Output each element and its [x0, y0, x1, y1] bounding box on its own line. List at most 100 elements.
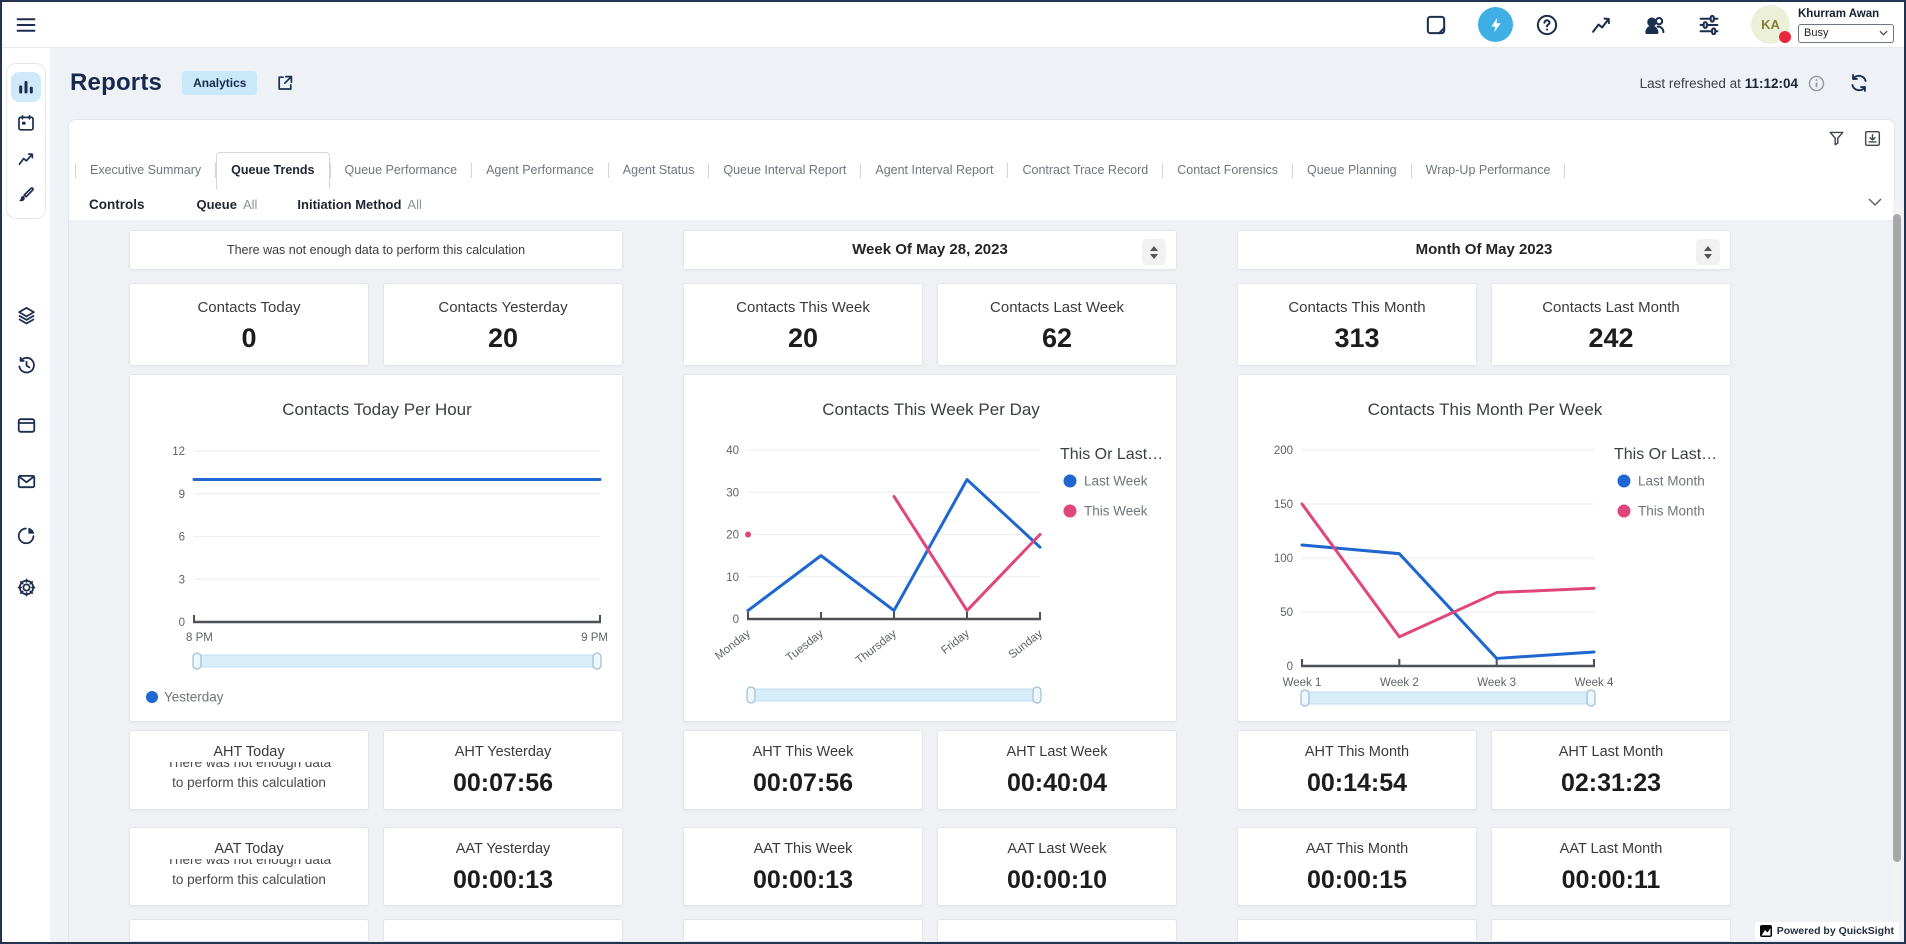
aat-row: AAT Today There was not enough data to p…: [129, 827, 623, 907]
status-dropdown[interactable]: Busy: [1798, 24, 1894, 43]
queue-filter[interactable]: QueueAll: [197, 197, 258, 212]
card-contacts-last-month: Contacts Last Month 242: [1491, 283, 1731, 366]
card-aat-this-week: AAT This Week 00:00:13: [683, 827, 923, 907]
x-tick-label: Tuesday: [784, 628, 826, 665]
refresh-button[interactable]: [1848, 72, 1870, 94]
controls-label: Controls: [89, 197, 145, 212]
step-down-icon[interactable]: [1150, 254, 1158, 259]
y-tick-label: 3: [179, 574, 185, 586]
x-tick-label: Week 3: [1477, 677, 1516, 689]
tab-agent-status[interactable]: Agent Status: [609, 155, 709, 185]
note-button[interactable]: [1424, 13, 1448, 37]
export-button[interactable]: [1863, 129, 1882, 148]
initiation-method-filter[interactable]: Initiation MethodAll: [297, 197, 421, 212]
user-avatar[interactable]: KA: [1751, 5, 1790, 44]
step-up-icon[interactable]: [1704, 246, 1712, 251]
chart-title: Contacts This Week Per Day: [822, 400, 1040, 419]
step-down-icon[interactable]: [1704, 254, 1712, 259]
y-tick-label: 6: [179, 532, 185, 544]
top-bar: KA Khurram Awan Busy: [2, 2, 1904, 48]
scrollbar-thumb[interactable]: [1893, 214, 1901, 862]
info-button[interactable]: [1807, 74, 1826, 93]
scrollbar-handle[interactable]: [593, 653, 601, 669]
funnel-icon: [1827, 129, 1846, 148]
menu-button[interactable]: [14, 13, 38, 37]
step-up-icon[interactable]: [1150, 246, 1158, 251]
users-icon: [1643, 13, 1667, 37]
dashboard-grid: There was not enough data to perform thi…: [69, 220, 1894, 942]
vertical-scrollbar[interactable]: [1893, 200, 1901, 938]
legend-swatch: [1064, 505, 1077, 518]
note-icon: [1424, 13, 1448, 37]
y-tick-label: 30: [726, 487, 739, 499]
period-header-card: Week Of May 28, 2023: [683, 230, 1177, 270]
legend-swatch: [1618, 475, 1631, 488]
chart-contacts-today-per-hour[interactable]: Contacts Today Per Hour0369128 PM9 PMYes…: [129, 374, 623, 722]
tab-queue-performance[interactable]: Queue Performance: [331, 155, 472, 185]
sidebar-item-bar-chart[interactable]: [11, 72, 41, 102]
collapse-controls-button[interactable]: [1868, 198, 1882, 207]
open-external-button[interactable]: [275, 73, 295, 93]
tab-queue-interval-report[interactable]: Queue Interval Report: [709, 155, 860, 185]
scrollbar-handle[interactable]: [1301, 690, 1309, 706]
aat-row: AAT This Month 00:00:15 AAT Last Month 0…: [1237, 827, 1731, 907]
sidebar-item-trends[interactable]: [11, 144, 41, 174]
scrollbar-handle[interactable]: [1033, 687, 1041, 703]
y-tick-label: 0: [1287, 661, 1293, 673]
help-button[interactable]: [1535, 13, 1559, 37]
card-contacts-this-month: Contacts This Month 313: [1237, 283, 1477, 366]
tab-wrap-up-performance[interactable]: Wrap-Up Performance: [1412, 155, 1565, 185]
legend-label: This Month: [1638, 504, 1705, 519]
x-tick-label: Week 2: [1380, 677, 1419, 689]
scrollbar-handle[interactable]: [193, 653, 201, 669]
kpi-row: Contacts This Month 313 Contacts Last Mo…: [1237, 283, 1731, 366]
legend-label: Yesterday: [164, 690, 224, 705]
tab-contract-trace-record[interactable]: Contract Trace Record: [1008, 155, 1162, 185]
scrollbar-handle[interactable]: [747, 687, 755, 703]
tab-queue-trends[interactable]: Queue Trends: [216, 152, 329, 189]
sidebar-item-settings[interactable]: [2, 577, 50, 598]
month-stepper[interactable]: [1696, 239, 1720, 265]
filter-button[interactable]: [1827, 129, 1846, 148]
chart-contacts-this-week-per-day[interactable]: Contacts This Week Per Day010203040Monda…: [683, 374, 1177, 722]
download-icon: [1863, 129, 1882, 148]
users-button[interactable]: [1643, 13, 1667, 37]
x-tick-label: Week 1: [1283, 677, 1322, 689]
legend-swatch: [146, 691, 158, 703]
scrollbar-handle[interactable]: [1587, 690, 1595, 706]
sidebar-item-mail[interactable]: [2, 471, 50, 492]
period-title: Month Of May 2023: [1416, 241, 1553, 258]
layers-icon: [16, 305, 37, 326]
left-sidebar: [2, 47, 50, 942]
kpi-row: Contacts Today 0 Contacts Yesterday 20: [129, 283, 623, 366]
mail-icon: [16, 471, 37, 492]
busy-status-dot: [1779, 31, 1791, 43]
x-tick-label: Monday: [713, 628, 753, 663]
tab-contact-forensics[interactable]: Contact Forensics: [1163, 155, 1292, 185]
quick-actions-button[interactable]: [1478, 7, 1513, 42]
sidebar-item-calendar[interactable]: [11, 108, 41, 138]
no-data-banner: There was not enough data to perform thi…: [227, 243, 525, 257]
chart-scrollbar[interactable]: [194, 655, 600, 667]
tab-agent-interval-report[interactable]: Agent Interval Report: [861, 155, 1007, 185]
no-data-message: There was not enough data to perform thi…: [130, 762, 368, 806]
settings-sliders-button[interactable]: [1697, 13, 1721, 37]
powered-by-text: Powered by QuickSight: [1777, 925, 1894, 937]
y-tick-label: 0: [179, 617, 185, 629]
chart-contacts-this-month-per-week[interactable]: Contacts This Month Per Week050100150200…: [1237, 374, 1731, 722]
tab-agent-performance[interactable]: Agent Performance: [472, 155, 608, 185]
tab-queue-planning[interactable]: Queue Planning: [1293, 155, 1411, 185]
chart-scrollbar[interactable]: [1302, 692, 1594, 704]
x-tick-label: Friday: [939, 628, 972, 657]
sidebar-item-pie[interactable]: [2, 525, 50, 546]
sidebar-item-history[interactable]: [2, 355, 50, 376]
chart-scrollbar[interactable]: [748, 689, 1040, 701]
card-aht-this-week: AHT This Week 00:07:56: [683, 730, 923, 810]
sidebar-item-layers[interactable]: [2, 305, 50, 326]
week-stepper[interactable]: [1142, 239, 1166, 265]
sidebar-item-window[interactable]: [2, 415, 50, 436]
analytics-button[interactable]: [1589, 13, 1613, 37]
y-tick-label: 12: [172, 446, 185, 458]
tab-executive-summary[interactable]: Executive Summary: [76, 155, 215, 185]
sidebar-item-design[interactable]: [11, 180, 41, 210]
